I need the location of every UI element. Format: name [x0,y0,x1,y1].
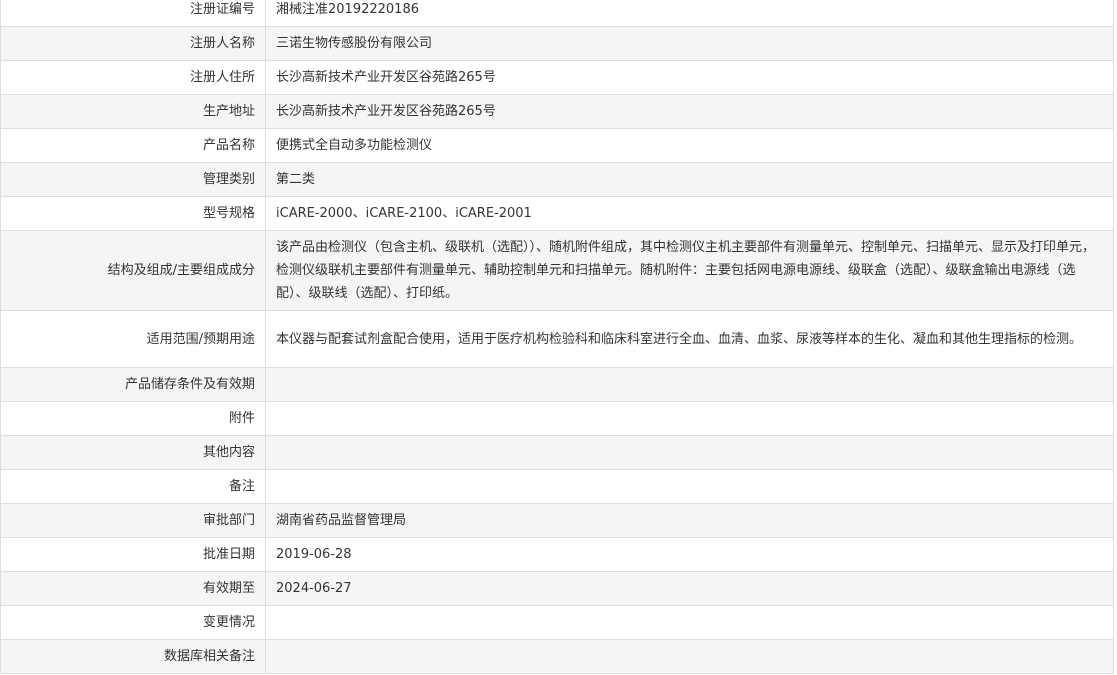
row-registration-number: 注册证编号 湘械注准20192220186 [0,0,1114,27]
field-value [265,435,1114,470]
field-label: 备注 [0,469,266,504]
field-value [265,605,1114,640]
row-change-history: 变更情况 [0,605,1114,640]
field-label: 型号规格 [0,196,266,231]
field-label: 变更情况 [0,605,266,640]
field-label: 适用范围/预期用途 [0,310,266,368]
field-label: 有效期至 [0,571,266,606]
field-label: 附件 [0,401,266,436]
field-value [265,401,1114,436]
field-label: 管理类别 [0,162,266,197]
field-label: 其他内容 [0,435,266,470]
row-registrant-name: 注册人名称 三诺生物传感股份有限公司 [0,26,1114,61]
row-intended-use: 适用范围/预期用途 本仪器与配套试剂盒配合使用，适用于医疗机构检验科和临床科室进… [0,310,1114,368]
field-label: 注册人住所 [0,60,266,95]
field-value: 该产品由检测仪（包含主机、级联机（选配））、随机附件组成，其中检测仪主机主要部件… [265,230,1114,311]
field-label: 注册人名称 [0,26,266,61]
row-attachments: 附件 [0,401,1114,436]
row-database-remarks: 数据库相关备注 [0,639,1114,674]
field-value [265,469,1114,504]
field-value: 三诺生物传感股份有限公司 [265,26,1114,61]
row-other-content: 其他内容 [0,435,1114,470]
field-value: 第二类 [265,162,1114,197]
field-value: iCARE-2000、iCARE-2100、iCARE-2001 [265,196,1114,231]
registration-detail-table: 注册证编号 湘械注准20192220186 注册人名称 三诺生物传感股份有限公司… [0,0,1114,674]
row-production-address: 生产地址 长沙高新技术产业开发区谷苑路265号 [0,94,1114,129]
field-label: 批准日期 [0,537,266,572]
row-remarks: 备注 [0,469,1114,504]
field-value: 长沙高新技术产业开发区谷苑路265号 [265,94,1114,129]
field-label: 产品名称 [0,128,266,163]
field-label: 注册证编号 [0,0,266,27]
field-value: 长沙高新技术产业开发区谷苑路265号 [265,60,1114,95]
field-label: 生产地址 [0,94,266,129]
row-approval-department: 审批部门 湖南省药品监督管理局 [0,503,1114,538]
field-label: 审批部门 [0,503,266,538]
row-approval-date: 批准日期 2019-06-28 [0,537,1114,572]
field-label: 产品储存条件及有效期 [0,367,266,402]
row-management-category: 管理类别 第二类 [0,162,1114,197]
field-value: 湘械注准20192220186 [265,0,1114,27]
field-value [265,367,1114,402]
field-label: 结构及组成/主要组成成分 [0,230,266,311]
field-value: 本仪器与配套试剂盒配合使用，适用于医疗机构检验科和临床科室进行全血、血清、血浆、… [265,310,1114,368]
row-structure-composition: 结构及组成/主要组成成分 该产品由检测仪（包含主机、级联机（选配））、随机附件组… [0,230,1114,311]
field-value: 2024-06-27 [265,571,1114,606]
field-value [265,639,1114,674]
field-label: 数据库相关备注 [0,639,266,674]
field-value: 2019-06-28 [265,537,1114,572]
row-registrant-address: 注册人住所 长沙高新技术产业开发区谷苑路265号 [0,60,1114,95]
row-product-name: 产品名称 便携式全自动多功能检测仪 [0,128,1114,163]
field-value: 便携式全自动多功能检测仪 [265,128,1114,163]
field-value: 湖南省药品监督管理局 [265,503,1114,538]
row-storage-conditions: 产品储存条件及有效期 [0,367,1114,402]
row-valid-until: 有效期至 2024-06-27 [0,571,1114,606]
row-model-specification: 型号规格 iCARE-2000、iCARE-2100、iCARE-2001 [0,196,1114,231]
